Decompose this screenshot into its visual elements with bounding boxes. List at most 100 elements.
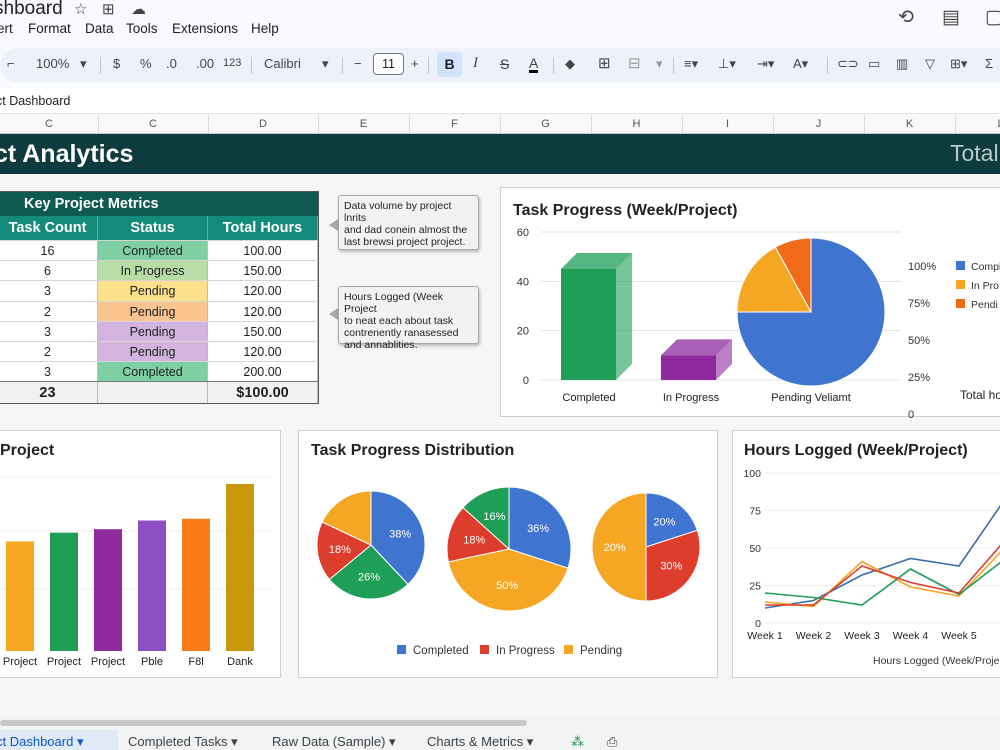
history-icon[interactable]: ⟲ [898,6,914,29]
percent-format-button[interactable]: % [140,56,152,71]
insert-chart-icon[interactable]: ▥ [896,56,908,72]
insert-comment-icon[interactable]: ▭ [868,56,880,72]
column-header[interactable]: H [591,118,682,130]
borders-icon[interactable]: ⊞ [598,54,611,72]
filter-icon[interactable]: ▽ [925,56,935,72]
decrease-font-size-button[interactable]: − [354,56,362,71]
status-cell[interactable]: In Progress [98,261,208,281]
text-wrap-icon[interactable]: ⇥▾ [757,56,774,72]
column-header[interactable]: L [955,118,1000,130]
column-header[interactable]: J [773,118,864,130]
status-cell[interactable]: Pending [98,281,208,301]
status-cell[interactable]: Pending [98,301,208,321]
total-task-count[interactable]: 23 [0,382,98,404]
horizontal-scrollbar[interactable] [0,720,527,726]
sheet-grid[interactable]: ct Analytics Total Key Project Metrics T… [0,134,1000,716]
tab-raw-data[interactable]: Raw Data (Sample) ▾ [272,734,396,750]
bold-button[interactable]: B [437,52,462,77]
comments-icon[interactable]: ▤ [942,6,960,29]
chart-task-distribution[interactable]: Task Progress Distribution 38% 26% 18% 36% 5… [298,430,718,678]
task-count-cell[interactable]: 3 [0,321,98,341]
column-header[interactable]: K [864,118,955,130]
explore-icon[interactable]: ⁂ [571,734,584,750]
move-folder-icon[interactable]: ⊞ [102,0,115,18]
task-count-cell[interactable]: 6 [0,261,98,281]
print-icon[interactable]: ⎙ [607,734,617,750]
chart-project[interactable]: Project Project Project Project Pble F8l Dank [0,430,281,678]
meet-icon[interactable]: ▢ [985,6,1000,29]
chevron-down-icon[interactable]: ▾ [80,56,87,72]
column-header[interactable]: C [98,118,208,130]
italic-button[interactable]: I [473,55,478,72]
total-hours-cell[interactable]: 150.00 [208,321,318,341]
filter-views-icon[interactable]: ⊞▾ [950,56,967,72]
font-size-input[interactable]: 11 [373,53,404,75]
strikethrough-button[interactable]: S [500,56,509,72]
total-hours-cell[interactable]: 120.00 [208,341,318,362]
task-count-cell[interactable]: 2 [0,301,98,321]
text-rotation-icon[interactable]: A▾ [793,56,808,72]
menu-data[interactable]: Data [85,21,114,36]
text-color-button[interactable]: A [529,56,539,73]
right-axis-label: 25% [908,372,930,384]
menu-help[interactable]: Help [251,21,279,36]
task-count-cell[interactable]: 3 [0,362,98,382]
status-cell[interactable]: Completed [98,241,208,261]
task-count-cell[interactable]: 2 [0,341,98,362]
status-cell[interactable]: Completed [98,362,208,382]
total-hours-cell[interactable]: 120.00 [208,281,318,301]
total-hours-cell[interactable]: 120.00 [208,301,318,321]
column-header[interactable]: F [409,118,500,130]
menu-insert[interactable]: ert [0,21,13,36]
menu-extensions[interactable]: Extensions [172,21,238,36]
chevron-down-icon[interactable]: ▾ [322,56,329,72]
increase-font-size-button[interactable]: + [411,56,419,71]
status-cell[interactable]: Pending [98,341,208,362]
merge-cells-icon[interactable]: ⊟ [628,54,641,72]
total-hours-cell[interactable]: 150.00 [208,261,318,281]
total-hours[interactable]: $100.00 [208,382,318,404]
align-horizontal-icon[interactable]: ≡▾ [684,56,698,72]
currency-format-button[interactable]: $ [113,56,120,71]
bar [182,518,210,651]
insert-link-icon[interactable]: ⊂⊃ [837,56,859,72]
column-header[interactable]: D [208,118,318,130]
metrics-header-row: Task Count Status Total Hours [0,216,318,240]
tab-dashboard[interactable]: ct Dashboard ▾ [0,734,83,750]
star-icon[interactable]: ☆ [74,0,87,18]
task-count-cell[interactable]: 16 [0,241,98,261]
column-header[interactable]: E [318,118,409,130]
chart-hours-logged[interactable]: Hours Logged (Week/Project) 0 25 50 75 100 We… [732,430,1000,678]
total-status-cell[interactable] [98,382,208,404]
zoom-select[interactable]: 100% [36,56,69,71]
document-title[interactable]: shboard [0,0,63,20]
menu-tools[interactable]: Tools [126,21,158,36]
chart-task-progress[interactable]: Task Progress (Week/Project) 0 20 40 60 Comp… [500,187,1000,418]
more-formats-button[interactable]: 123 [223,57,241,69]
fill-color-icon[interactable]: ◆ [565,56,575,72]
total-hours-cell[interactable]: 100.00 [208,241,318,261]
bar [50,532,78,651]
font-select[interactable]: Calibri [264,56,301,71]
total-hours-cell[interactable]: 200.00 [208,362,318,382]
chevron-down-icon[interactable]: ▾ [656,56,663,72]
column-header[interactable]: C [0,118,98,130]
increase-decimal-button[interactable]: .00 [196,56,214,71]
formula-bar-content[interactable]: ct Dashboard [0,94,70,108]
x-tick-label: Completed [562,392,615,404]
decrease-decimal-button[interactable]: .0 [166,56,177,71]
column-header[interactable]: G [500,118,591,130]
tab-completed-tasks[interactable]: Completed Tasks ▾ [128,734,238,750]
cloud-status-icon[interactable]: ☁ [131,0,146,18]
status-cell[interactable]: Pending [98,321,208,341]
note-tail [329,308,338,320]
functions-icon[interactable]: Σ [985,56,993,71]
cell-note-1[interactable]: Data volume by project lnrits and dad co… [338,195,479,250]
paint-format-icon[interactable]: ⌐ [7,56,15,71]
cell-note-2[interactable]: Hours Logged (Week Project to neat each … [338,286,479,351]
column-header[interactable]: I [682,118,773,130]
align-vertical-icon[interactable]: ⊥▾ [718,56,736,72]
task-count-cell[interactable]: 3 [0,281,98,301]
tab-charts-metrics[interactable]: Charts & Metrics ▾ [427,734,533,750]
menu-format[interactable]: Format [28,21,71,36]
